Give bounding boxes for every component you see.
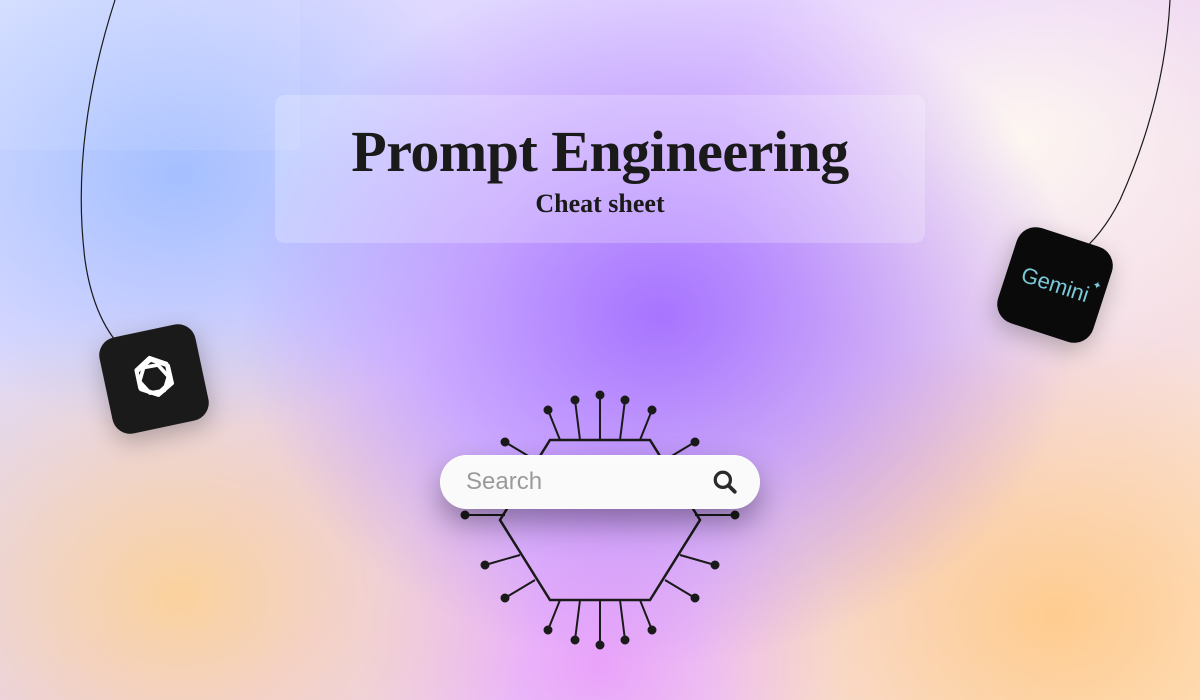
page-subtitle: Cheat sheet	[315, 189, 885, 219]
search-icon[interactable]	[712, 469, 738, 495]
search-bar[interactable]: Search	[440, 455, 760, 509]
gemini-label: Gemini✦	[1018, 262, 1092, 308]
title-panel: Prompt Engineering Cheat sheet	[275, 95, 925, 243]
search-placeholder: Search	[466, 468, 712, 496]
gemini-badge: Gemini✦	[992, 222, 1118, 348]
circuit-hexagon-icon	[440, 370, 760, 670]
openai-badge	[96, 321, 212, 437]
page-title: Prompt Engineering	[315, 123, 885, 181]
noise-texture	[0, 0, 300, 150]
sparkle-icon: ✦	[1091, 278, 1104, 293]
openai-logo-icon	[117, 342, 191, 416]
hero-canvas: Prompt Engineering Cheat sheet Gemini✦	[0, 0, 1200, 700]
